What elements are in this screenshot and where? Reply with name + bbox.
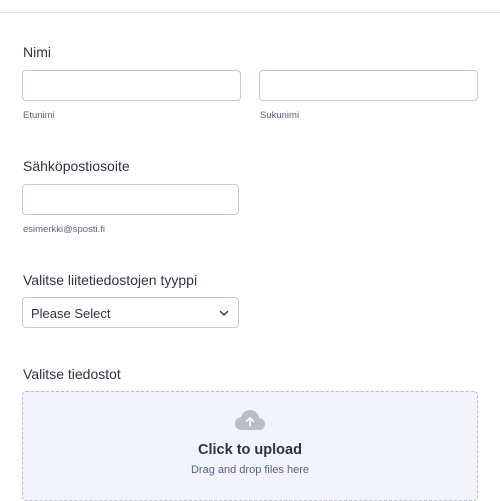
- upload-subtitle: Drag and drop files here: [190, 464, 309, 476]
- cloud-upload-icon: [235, 410, 265, 430]
- last-name-input[interactable]: [259, 70, 478, 101]
- first-name-input[interactable]: [22, 70, 241, 101]
- attachment-type-label: Valitse liitetiedostojen tyyppi: [23, 272, 198, 288]
- files-label: Valitse tiedostot: [23, 366, 121, 382]
- last-name-sublabel: Sukunimi: [260, 110, 300, 121]
- name-label: Nimi: [23, 44, 51, 60]
- email-field[interactable]: [22, 184, 239, 215]
- header-divider: [0, 12, 500, 13]
- chevron-down-icon: [219, 310, 229, 316]
- file-dropzone[interactable]: Click to upload Drag and drop files here: [22, 391, 478, 501]
- attachment-type-selected: Please Select: [31, 306, 111, 321]
- attachment-type-select[interactable]: Please Select: [22, 297, 239, 328]
- email-sublabel: esimerkki@sposti.fi: [23, 224, 105, 235]
- first-name-sublabel: Etunimi: [23, 110, 55, 121]
- upload-title[interactable]: Click to upload: [23, 442, 477, 458]
- email-label: Sähköpostiosoite: [23, 158, 130, 174]
